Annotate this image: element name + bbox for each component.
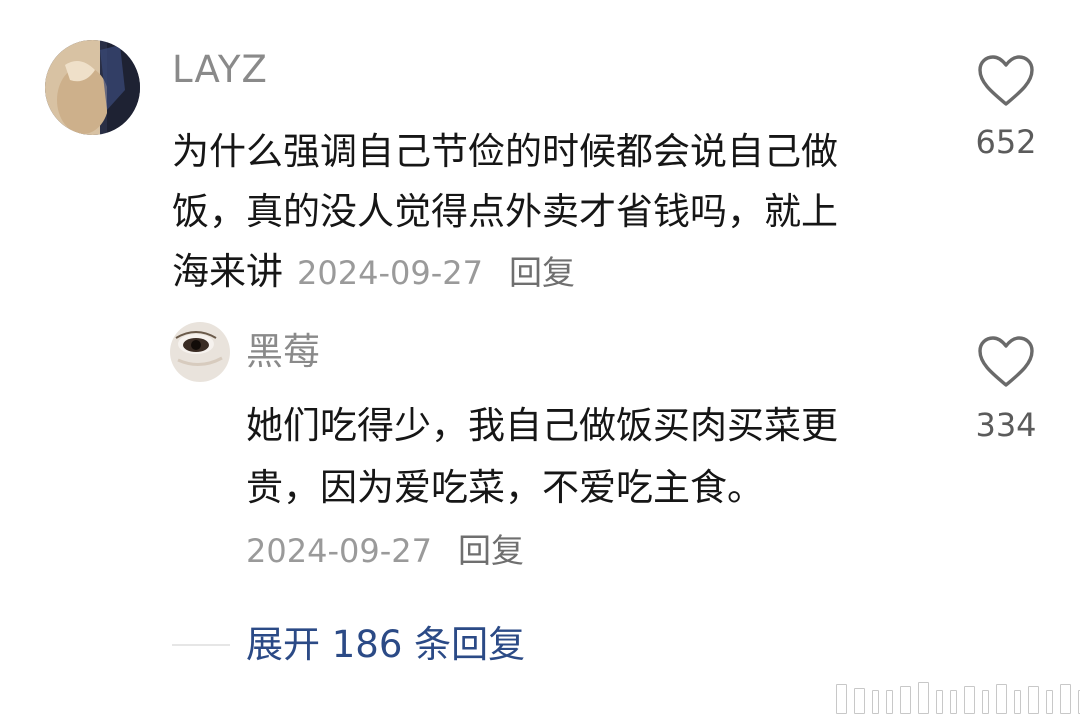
comment-reply-button[interactable]: 回复: [509, 243, 575, 303]
comment-date: 2024-09-27: [297, 254, 483, 292]
comment-text-line: 为什么强调自己节俭的时候都会说自己做: [172, 130, 838, 173]
comment-text-line: 海来讲: [172, 250, 283, 293]
reply-meta: 2024-09-27 回复: [246, 524, 524, 572]
comment-text: 为什么强调自己节俭的时候都会说自己做 饭，真的没人觉得点外卖才省钱吗，就上 海来…: [172, 122, 932, 303]
reply-text-line: 贵，因为爱吃菜，不爱吃主食。: [246, 466, 764, 509]
reply-date: 2024-09-27: [246, 532, 432, 570]
replier-username[interactable]: 黑莓: [246, 330, 320, 374]
comment-like-button[interactable]: [975, 53, 1037, 109]
heart-outline-icon: [978, 336, 1034, 387]
reply-text: 她们吃得少，我自己做饭买肉买菜更 贵，因为爱吃菜，不爱吃主食。: [246, 395, 946, 519]
commenter-username[interactable]: LAYZ: [172, 48, 268, 92]
heart-outline-icon: [978, 55, 1034, 106]
reply-like-count: 334: [975, 406, 1037, 444]
watermark-logo: [836, 682, 1080, 714]
expand-replies-button[interactable]: 展开 186 条回复: [246, 622, 525, 668]
comment-text-line: 饭，真的没人觉得点外卖才省钱吗，就上: [172, 190, 838, 233]
comment-like-count: 652: [975, 123, 1037, 161]
replier-avatar[interactable]: [170, 322, 230, 382]
commenter-avatar[interactable]: [45, 40, 140, 135]
expand-divider: [172, 644, 230, 646]
reply-reply-button[interactable]: 回复: [458, 524, 524, 572]
reply-text-line: 她们吃得少，我自己做饭买肉买菜更: [246, 404, 838, 447]
reply-like-button[interactable]: [975, 334, 1037, 390]
